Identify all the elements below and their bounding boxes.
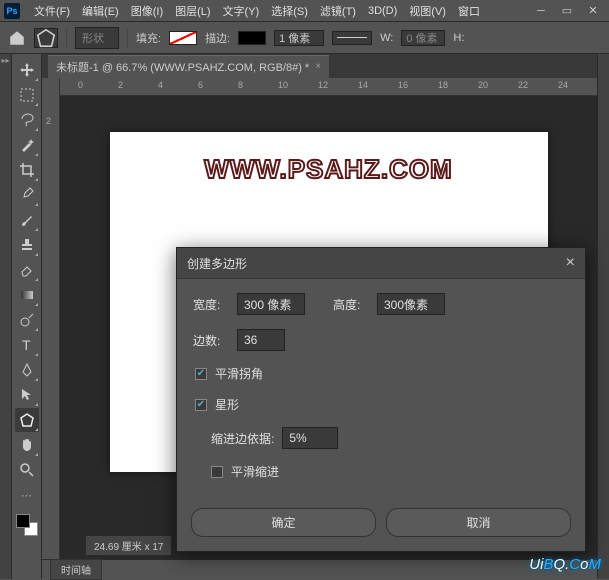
home-icon[interactable] bbox=[8, 29, 26, 47]
eraser-tool[interactable] bbox=[15, 258, 39, 282]
canvas-watermark-text: WWW.PSAHZ.COM bbox=[204, 154, 452, 185]
gradient-tool[interactable] bbox=[15, 283, 39, 307]
eyedropper-tool[interactable] bbox=[15, 183, 39, 207]
menu-image[interactable]: 图像(I) bbox=[125, 3, 169, 19]
pen-tool[interactable] bbox=[15, 358, 39, 382]
width-input[interactable] bbox=[237, 293, 305, 315]
maximize-icon[interactable]: ▭ bbox=[555, 2, 579, 20]
star-label: 星形 bbox=[215, 396, 239, 413]
menu-3d[interactable]: 3D(D) bbox=[362, 5, 403, 17]
height-input[interactable] bbox=[377, 293, 445, 315]
toolbox: T ⋯ bbox=[12, 54, 42, 579]
tab-close-icon[interactable]: × bbox=[315, 61, 321, 72]
stamp-tool[interactable] bbox=[15, 233, 39, 257]
shape-tool[interactable] bbox=[15, 408, 39, 432]
smooth-corners-label: 平滑拐角 bbox=[215, 365, 263, 382]
menu-filter[interactable]: 滤镜(T) bbox=[314, 3, 362, 19]
indent-input[interactable] bbox=[282, 427, 338, 449]
stroke-style-dropdown[interactable] bbox=[332, 31, 372, 45]
dialog-close-icon[interactable]: × bbox=[566, 254, 575, 272]
right-panel-strip[interactable] bbox=[597, 54, 609, 579]
zoom-tool[interactable] bbox=[15, 458, 39, 482]
smooth-indent-label: 平滑缩进 bbox=[231, 463, 279, 480]
expand-icon: ▸▸ bbox=[1, 56, 9, 65]
menu-window[interactable]: 窗口 bbox=[452, 3, 486, 19]
site-watermark: UiBQ.CoM bbox=[529, 556, 601, 573]
fill-label: 填充: bbox=[136, 30, 161, 46]
foreground-color[interactable] bbox=[16, 514, 30, 528]
options-bar: 形状 填充: 描边: W: H: bbox=[0, 22, 609, 54]
timeline-tab[interactable]: 时间轴 bbox=[50, 559, 102, 580]
height-label: 高度: bbox=[333, 296, 369, 313]
minimize-icon[interactable]: ─ bbox=[529, 2, 553, 20]
edit-toolbar[interactable]: ⋯ bbox=[15, 483, 39, 507]
height-label: H: bbox=[453, 32, 464, 44]
menu-layer[interactable]: 图层(L) bbox=[169, 3, 216, 19]
dialog-titlebar[interactable]: 创建多边形 × bbox=[177, 248, 585, 279]
stroke-label: 描边: bbox=[205, 30, 230, 46]
fill-swatch[interactable] bbox=[169, 31, 197, 45]
document-tab[interactable]: 未标题-1 @ 66.7% (WWW.PSAHZ.COM, RGB/8#) * … bbox=[48, 55, 329, 78]
hand-tool[interactable] bbox=[15, 433, 39, 457]
shape-mode-dropdown[interactable]: 形状 bbox=[75, 27, 119, 49]
brush-tool[interactable] bbox=[15, 208, 39, 232]
width-label: W: bbox=[380, 32, 393, 44]
status-bar: 时间轴 24.69 厘米 x 17 bbox=[42, 559, 597, 579]
dodge-tool[interactable] bbox=[15, 308, 39, 332]
tab-title: 未标题-1 @ 66.7% (WWW.PSAHZ.COM, RGB/8#) * bbox=[56, 59, 309, 75]
menu-edit[interactable]: 编辑(E) bbox=[76, 3, 125, 19]
left-panel-strip[interactable]: ▸▸ bbox=[0, 54, 12, 579]
wand-tool[interactable] bbox=[15, 133, 39, 157]
menu-select[interactable]: 选择(S) bbox=[265, 3, 314, 19]
smooth-indent-checkbox[interactable] bbox=[211, 466, 223, 478]
status-dimensions: 24.69 厘米 x 17 bbox=[86, 536, 171, 555]
menu-view[interactable]: 视图(V) bbox=[403, 3, 452, 19]
app-logo: Ps bbox=[4, 3, 20, 19]
svg-text:T: T bbox=[22, 337, 31, 353]
menu-file[interactable]: 文件(F) bbox=[28, 3, 76, 19]
width-input[interactable] bbox=[401, 30, 445, 46]
lasso-tool[interactable] bbox=[15, 108, 39, 132]
stroke-swatch[interactable] bbox=[238, 31, 266, 45]
menu-type[interactable]: 文字(Y) bbox=[217, 3, 266, 19]
sides-label: 边数: bbox=[193, 332, 229, 349]
polygon-tool-icon[interactable] bbox=[34, 28, 58, 48]
ok-button[interactable]: 确定 bbox=[191, 508, 376, 537]
crop-tool[interactable] bbox=[15, 158, 39, 182]
create-polygon-dialog: 创建多边形 × 宽度: 高度: 边数: ✔ 平滑拐角 ✔ 星形 缩进边依据: bbox=[176, 247, 586, 552]
close-window-icon[interactable]: ✕ bbox=[581, 2, 605, 20]
move-tool[interactable] bbox=[15, 58, 39, 82]
dialog-title: 创建多边形 bbox=[187, 255, 247, 272]
type-tool[interactable]: T bbox=[15, 333, 39, 357]
stroke-width-input[interactable] bbox=[274, 30, 324, 46]
path-select-tool[interactable] bbox=[15, 383, 39, 407]
ruler-horizontal[interactable]: 0 2 4 6 8 10 12 14 16 18 20 22 24 bbox=[60, 78, 597, 96]
indent-label: 缩进边依据: bbox=[211, 430, 274, 447]
ruler-vertical[interactable]: 2 bbox=[42, 96, 60, 559]
width-label: 宽度: bbox=[193, 296, 229, 313]
menu-bar: Ps 文件(F) 编辑(E) 图像(I) 图层(L) 文字(Y) 选择(S) 滤… bbox=[0, 0, 609, 22]
color-swatches[interactable] bbox=[16, 514, 38, 536]
cancel-button[interactable]: 取消 bbox=[386, 508, 571, 537]
star-checkbox[interactable]: ✔ bbox=[195, 399, 207, 411]
document-tabs: 未标题-1 @ 66.7% (WWW.PSAHZ.COM, RGB/8#) * … bbox=[42, 54, 597, 78]
smooth-corners-checkbox[interactable]: ✔ bbox=[195, 368, 207, 380]
ruler-corner bbox=[42, 78, 60, 96]
sides-input[interactable] bbox=[237, 329, 285, 351]
marquee-tool[interactable] bbox=[15, 83, 39, 107]
